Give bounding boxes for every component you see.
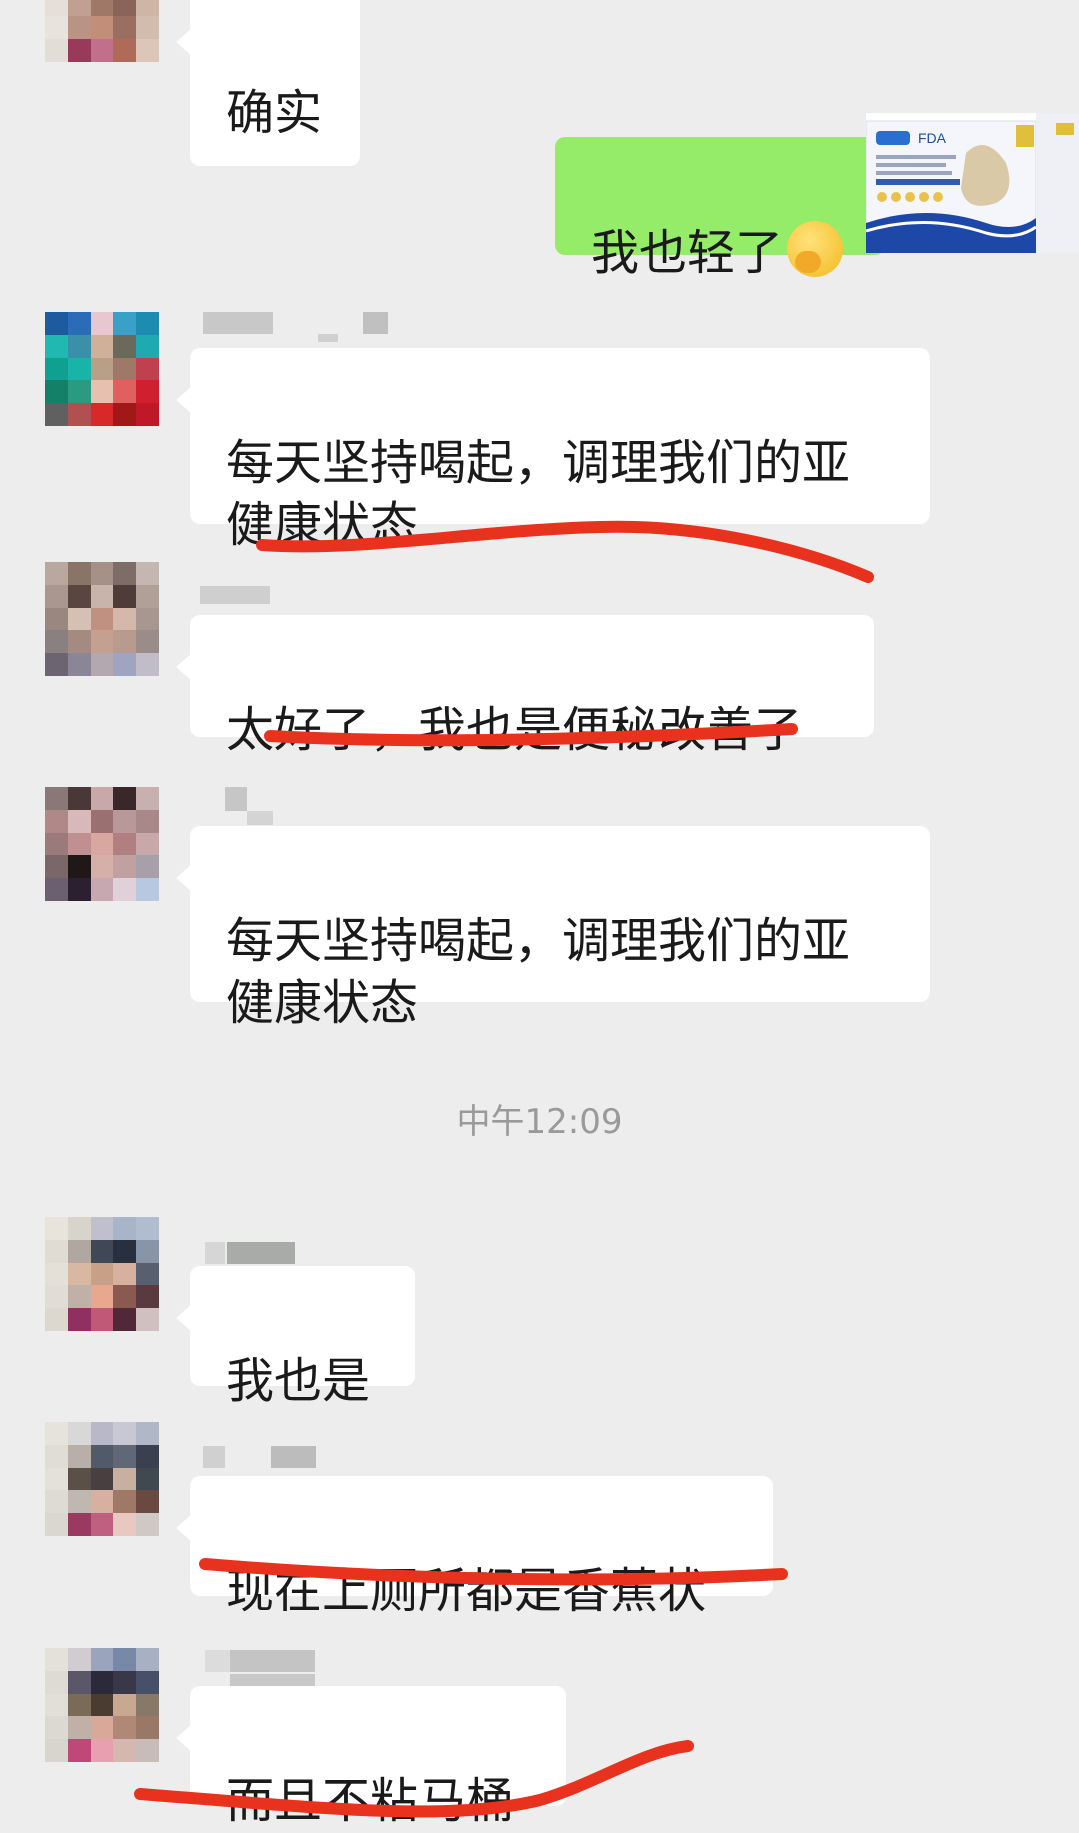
message-bubble[interactable]: 每天坚持喝起，调理我们的亚 健康状态 [176,348,930,553]
message-bubble[interactable]: 我也是 [176,1266,415,1409]
message-bubble[interactable]: 每天坚持喝起，调理我们的亚 健康状态 [176,826,930,1031]
avatar[interactable] [45,1422,159,1536]
message-text: 我也轻了 [591,225,784,281]
message-text: 确实 [226,85,323,141]
avatar[interactable] [45,562,159,676]
sender-name [203,312,393,342]
avatar[interactable] [45,0,159,62]
avatar[interactable] [45,1648,159,1762]
message-bubble[interactable]: 太好了，我也是便秘改善了 [176,615,874,758]
message-text: 现在上厕所都是香蕉状 [226,1563,707,1619]
message-bubble[interactable]: 现在上厕所都是香蕉状 [176,1476,773,1619]
timestamp: 中午12:09 [456,1102,623,1142]
avatar[interactable] [45,312,159,426]
sender-name [200,586,270,608]
message-text: 每天坚持喝起，调理我们的亚 健康状态 [226,435,851,553]
message-text: 每天坚持喝起，调理我们的亚 健康状态 [226,913,851,1031]
hand-over-mouth-emoji-icon [787,221,844,277]
brand-mark: FDA [918,130,947,146]
message-bubble[interactable]: 确实 [175,0,361,166]
message-text: 我也是 [226,1353,371,1409]
avatar[interactable] [45,787,159,901]
avatar[interactable] [45,1217,159,1331]
outgoing-message-bubble[interactable]: 我也轻了 [555,137,899,281]
sender-name [205,1650,317,1696]
message-bubble[interactable]: 而且不粘马桶 [176,1686,566,1829]
message-text: 太好了，我也是便秘改善了 [226,702,803,758]
message-text: 而且不粘马桶 [226,1773,515,1829]
sender-name [225,787,275,825]
sender-name [205,1242,295,1264]
sender-name [203,1446,318,1468]
product-image[interactable]: FDA [866,113,1079,253]
